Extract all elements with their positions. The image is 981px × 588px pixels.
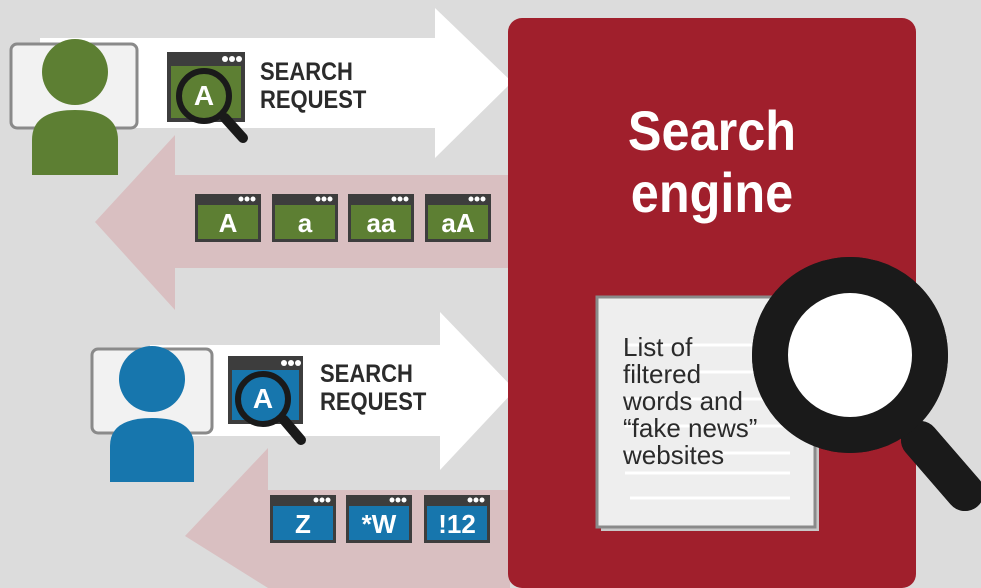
search-request-label-bottom-line2: REQUEST	[320, 388, 427, 416]
result-tile-bottom: *W	[361, 509, 397, 539]
user-blue	[90, 346, 214, 482]
user-icon	[119, 346, 185, 412]
result-tile-bottom: Z	[295, 509, 311, 539]
search-letter-bottom: A	[252, 383, 274, 414]
diagram-canvas	[9, 8, 981, 588]
user-green	[9, 39, 139, 175]
user-icon	[42, 39, 108, 105]
search-request-label-top-line2: REQUEST	[260, 86, 367, 114]
search-request-label-top-line1: SEARCH	[260, 58, 353, 86]
result-tile-top: a	[297, 208, 313, 238]
search-letter-top: A	[193, 80, 215, 111]
result-tile-top: A	[218, 208, 238, 238]
filter-list-line: words and	[623, 386, 743, 416]
filter-list-line: websites	[623, 440, 725, 470]
search-engine-title: Search engine	[528, 100, 895, 224]
result-tile-top: aa	[366, 208, 396, 238]
filter-list-line: List of	[623, 332, 693, 362]
result-tile-bottom: !12	[438, 509, 476, 539]
result-tile-top: aA	[441, 208, 475, 238]
search-request-label-bottom-line1: SEARCH	[320, 360, 413, 388]
filter-list-line: “fake news”	[623, 413, 758, 443]
search-engine-title-line1: Search	[627, 99, 797, 162]
filter-list-line: filtered	[623, 359, 702, 389]
search-engine-title-line2: engine	[630, 161, 794, 224]
